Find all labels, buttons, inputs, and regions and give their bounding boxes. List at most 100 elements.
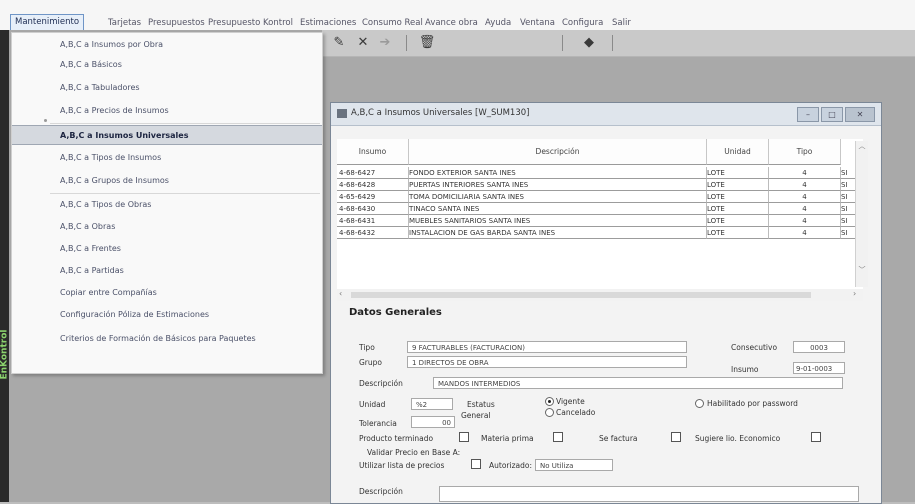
cell-tipo: 4 [769, 167, 841, 179]
materia-prima-checkbox[interactable] [553, 432, 563, 442]
cell-descripcion: TINACO SANTA INES [409, 203, 707, 215]
cell-descripcion: INSTALACION DE GAS BARDA SANTA INES [409, 227, 707, 239]
col-unidad[interactable]: Unidad [707, 139, 769, 165]
menu-item-grupos-insumos[interactable]: A,B,C a Grupos de Insumos [12, 171, 322, 191]
menu-mantenimiento[interactable]: Mantenimiento [10, 14, 85, 31]
cell-tipo: 4 [769, 227, 841, 239]
tipo-label: Tipo [359, 343, 375, 352]
table-row[interactable]: 4-68-6430 TINACO SANTA INES LOTE 4 SI [337, 203, 863, 215]
menu-item-insumos-por-obra[interactable]: A,B,C a Insumos por Obra [12, 35, 322, 55]
sugiere-lio-checkbox[interactable] [811, 432, 821, 442]
maximize-button[interactable]: □ [821, 107, 843, 122]
grupo-label: Grupo [359, 358, 382, 367]
producto-terminado-checkbox[interactable] [459, 432, 469, 442]
materia-prima-label: Materia prima [481, 434, 534, 443]
table-row[interactable]: 4-68-6432 INSTALACION DE GAS BARDA SANTA… [337, 227, 863, 239]
menu-presupuesto-kontrol[interactable]: Presupuesto Kontrol [208, 17, 293, 29]
consecutivo-field[interactable]: 0003 [793, 341, 845, 353]
menu-item-poliza-estimaciones[interactable]: Configuración Póliza de Estimaciones [12, 305, 322, 325]
chevron-left-icon[interactable]: ‹ [339, 289, 342, 298]
toolbar: ✎ ✕ ➔ 🗑 ◆ [322, 30, 915, 57]
autorizado-label: Autorizado: [489, 461, 532, 470]
cancelado-radio[interactable] [545, 408, 554, 417]
menu-configura[interactable]: Configura [562, 17, 603, 29]
close-icon[interactable]: ✕ [354, 34, 372, 52]
cell-unidad: LOTE [707, 179, 769, 191]
menu-ayuda[interactable]: Ayuda [485, 17, 511, 29]
window-title: A,B,C a Insumos Universales [W_SUM130] [351, 108, 530, 118]
menu-tarjetas[interactable]: Tarjetas [108, 17, 141, 29]
utilizar-lista-checkbox[interactable] [471, 459, 481, 469]
navigate-icon[interactable]: ◆ [580, 34, 598, 52]
mantenimiento-dropdown: A,B,C a Insumos por Obra A,B,C a Básicos… [11, 32, 323, 374]
grupo-field[interactable]: 1 DIRECTOS DE OBRA [407, 356, 687, 368]
consecutivo-label: Consecutivo [731, 343, 778, 352]
table-row[interactable]: 4-65-6429 TOMA DOMICILIARIA SANTA INES L… [337, 191, 863, 203]
menu-item-criterios-basicos[interactable]: Criterios de Formación de Básicos para P… [12, 329, 322, 349]
menu-item-tabuladores[interactable]: A,B,C a Tabuladores [12, 78, 322, 98]
tolerancia-field[interactable]: 00 [411, 416, 455, 428]
menu-item-precios-insumos[interactable]: A,B,C a Precios de Insumos [12, 101, 322, 121]
insumos-universales-window: A,B,C a Insumos Universales [W_SUM130] –… [330, 102, 882, 504]
table-row[interactable]: 4-68-6431 MUEBLES SANITARIOS SANTA INES … [337, 215, 863, 227]
insumo-field[interactable]: 9-01-0003 [793, 362, 845, 374]
habilitado-password-label: Habilitado por password [707, 399, 798, 408]
descripcion2-label: Descripción [359, 487, 403, 496]
arrow-right-icon[interactable]: ➔ [376, 34, 394, 52]
cell-insumo: 4-68-6428 [337, 179, 409, 191]
grid-horizontal-scrollbar[interactable]: ‹ › [337, 289, 863, 301]
vigente-radio[interactable] [545, 397, 554, 406]
menu-salir[interactable]: Salir [612, 17, 631, 29]
menu-estimaciones[interactable]: Estimaciones [300, 17, 356, 29]
descripcion-field[interactable]: MANDOS INTERMEDIOS [433, 377, 843, 389]
menu-bar: Mantenimiento Tarjetas Presupuestos Pres… [0, 0, 915, 31]
menu-item-obras[interactable]: A,B,C a Obras [12, 217, 322, 237]
tolerancia-label: Tolerancia [359, 419, 397, 428]
menu-item-frentes[interactable]: A,B,C a Frentes [12, 239, 322, 259]
cell-unidad: LOTE [707, 203, 769, 215]
col-tipo[interactable]: Tipo [769, 139, 841, 165]
insumos-grid: Insumo Descripción Unidad Tipo 4-68-6427… [337, 139, 863, 289]
descripcion-label: Descripción [359, 379, 403, 388]
menu-item-insumos-universales[interactable]: A,B,C a Insumos Universales [12, 125, 322, 145]
cell-unidad: LOTE [707, 191, 769, 203]
scroll-thumb[interactable] [351, 292, 811, 298]
autorizado-field[interactable]: No Utiliza [535, 459, 613, 471]
cell-unidad: LOTE [707, 227, 769, 239]
unidad-field[interactable]: %2 [411, 398, 453, 410]
section-title: Datos Generales [349, 307, 442, 318]
menu-item-partidas[interactable]: A,B,C a Partidas [12, 261, 322, 281]
chevron-down-icon[interactable]: ﹀ [856, 265, 868, 275]
chevron-right-icon[interactable]: › [853, 289, 856, 298]
cell-tipo: 4 [769, 179, 841, 191]
minimize-button[interactable]: – [797, 107, 819, 122]
brand-strip: EnKontrol [0, 30, 10, 502]
descripcion2-field[interactable] [439, 486, 859, 502]
cancelado-label: Cancelado [556, 408, 596, 417]
habilitado-password-radio[interactable] [695, 399, 704, 408]
window-close-button[interactable]: ✕ [845, 107, 875, 122]
trash-icon[interactable]: 🗑 [418, 34, 436, 52]
grid-vertical-scrollbar[interactable]: ︿ ﹀ [855, 141, 868, 287]
menu-consumo-real[interactable]: Consumo Real [362, 17, 423, 29]
col-insumo[interactable]: Insumo [337, 139, 409, 165]
menu-item-basicos[interactable]: A,B,C a Básicos [12, 55, 322, 75]
utilizar-lista-label: Utilizar lista de precios [359, 461, 445, 470]
cell-descripcion: FONDO EXTERIOR SANTA INES [409, 167, 707, 179]
edit-icon[interactable]: ✎ [330, 34, 348, 52]
table-row[interactable]: 4-68-6427 FONDO EXTERIOR SANTA INES LOTE… [337, 167, 863, 179]
se-factura-checkbox[interactable] [671, 432, 681, 442]
menu-item-tipos-insumos[interactable]: A,B,C a Tipos de Insumos [12, 148, 322, 168]
table-row[interactable]: 4-68-6428 PUERTAS INTERIORES SANTA INES … [337, 179, 863, 191]
chevron-up-icon[interactable]: ︿ [856, 141, 868, 151]
menu-separator [50, 193, 320, 194]
col-descripcion[interactable]: Descripción [409, 139, 707, 165]
menu-item-copiar-companias[interactable]: Copiar entre Compañías [12, 283, 322, 303]
tipo-field[interactable]: 9 FACTURABLES (FACTURACION) [407, 341, 687, 353]
vigente-label: Vigente [556, 397, 585, 406]
menu-item-tipos-obras[interactable]: A,B,C a Tipos de Obras [12, 195, 322, 215]
menu-avance-obra[interactable]: Avance obra [425, 17, 478, 29]
cell-unidad: LOTE [707, 167, 769, 179]
menu-presupuestos[interactable]: Presupuestos [148, 17, 205, 29]
menu-ventana[interactable]: Ventana [520, 17, 555, 29]
